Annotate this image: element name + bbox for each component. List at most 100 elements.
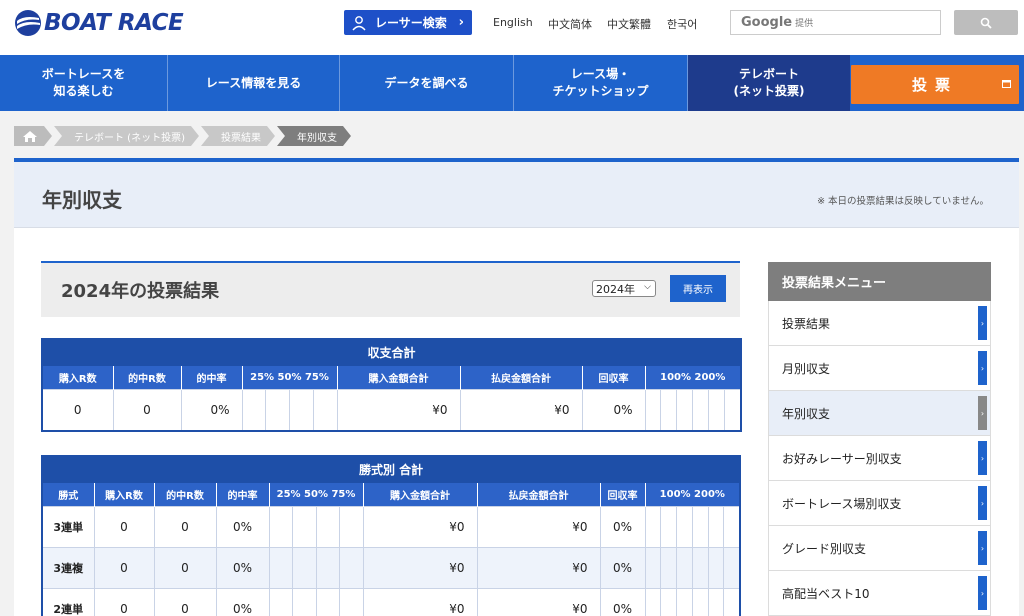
col-hit-rate-scale: 25% 50% 75% (269, 482, 364, 506)
side-menu-item-favorite-racer[interactable]: お好みレーサー別収支 › (768, 436, 991, 481)
chevron-right-icon: › (978, 441, 987, 475)
table-row: 2連単 0 0 0% ¥0 ¥0 0% (41, 587, 741, 616)
cell-hit-count: 0 (112, 388, 182, 431)
external-window-icon (1002, 80, 1011, 88)
vote-label: 投票 (911, 76, 958, 94)
boat-race-logo[interactable]: BOAT RACE (14, 8, 184, 38)
redisplay-button[interactable]: 再表示 (670, 275, 726, 302)
person-icon (352, 15, 366, 30)
racer-search-label: レーサー検索 (375, 16, 447, 30)
col-buy-amount: 購入金額合計 (363, 482, 478, 506)
cell-bet-type: 3連単 (41, 505, 95, 548)
nav-item-data[interactable]: データを調べる (340, 55, 514, 111)
site-search-input[interactable]: Google 提供 (730, 10, 941, 35)
racer-search-button[interactable]: レーサー検索 › (344, 10, 472, 35)
side-menu: 投票結果メニュー 投票結果 › 月別収支 › 年別収支 › お好みレーサー別収支… (768, 262, 991, 616)
top-header: BOAT RACE レーサー検索 › English 中文简体 中文繁體 한국어… (0, 0, 1024, 55)
nav-item-stadium[interactable]: レース場・ チケットショップ (514, 55, 688, 111)
side-menu-item-label: お好みレーサー別収支 (782, 451, 902, 466)
table-row: 0 0 0% ¥0 ¥0 0% (41, 388, 742, 431)
lang-english-link[interactable]: English (493, 16, 533, 29)
cell-recovery-rate: 0% (599, 546, 646, 589)
cell-payout-amount: ¥0 (476, 587, 601, 616)
recovery-rate-bar (644, 546, 741, 589)
logo-text: BOAT RACE (44, 10, 184, 36)
recovery-rate-bar (644, 505, 741, 548)
cell-bet-type: 2連単 (41, 587, 95, 616)
nav-item-learn[interactable]: ボートレースを 知る楽しむ (0, 55, 168, 111)
cell-hit-rate: 0% (215, 546, 270, 589)
breadcrumb-teleboat[interactable]: テレボート (ネット投票) (54, 126, 199, 146)
cell-payout-amount: ¥0 (476, 505, 601, 548)
side-menu-item-label: ボートレース場別収支 (782, 496, 902, 511)
summary-caption: 収支合計 (41, 338, 742, 366)
chevron-right-icon: › (978, 396, 987, 430)
cell-payout-amount: ¥0 (476, 546, 601, 589)
page-title: 年別収支 (42, 188, 122, 212)
cell-hit-count: 0 (153, 505, 217, 548)
col-buy-count: 購入R数 (94, 482, 155, 506)
cell-buy-amount: ¥0 (336, 388, 461, 431)
side-menu-item-label: 月別収支 (782, 361, 831, 376)
cell-buy-amount: ¥0 (362, 587, 478, 616)
breadcrumb-home[interactable] (14, 126, 52, 146)
side-menu-title: 投票結果メニュー (768, 262, 991, 301)
nav-item-teleboat[interactable]: テレボート (ネット投票) (688, 55, 850, 111)
year-select[interactable]: 2024年 ⌵ (592, 280, 656, 297)
cell-buy-amount: ¥0 (362, 546, 478, 589)
year-select-value: 2024年 (596, 282, 635, 296)
search-button[interactable] (954, 10, 1018, 35)
side-menu-item-label: 年別収支 (782, 406, 831, 421)
bettype-table: 勝式別 合計 勝式 購入R数 的中R数 的中率 25% 50% 75% 購入金額… (41, 455, 742, 616)
vote-button[interactable]: 投票 (851, 65, 1019, 104)
col-hit-rate: 的中率 (181, 365, 243, 389)
hit-rate-bar (268, 505, 364, 548)
cell-hit-rate: 0% (215, 505, 270, 548)
google-provided-label: 提供 (795, 19, 814, 29)
breadcrumb-vote-result[interactable]: 投票結果 (201, 126, 275, 146)
result-header: 2024年の投票結果 2024年 ⌵ 再表示 (41, 261, 740, 317)
cell-hit-count: 0 (153, 587, 217, 616)
hit-rate-bar (241, 388, 338, 431)
chevron-right-icon: › (978, 306, 987, 340)
chevron-right-icon: › (978, 576, 987, 610)
side-menu-item-stadium[interactable]: ボートレース場別収支 › (768, 481, 991, 526)
cell-hit-rate: 0% (215, 587, 270, 616)
side-menu-item-label: 高配当ベスト10 (782, 586, 870, 601)
side-menu-item-vote-result[interactable]: 投票結果 › (768, 301, 991, 346)
cell-buy-count: 0 (41, 388, 114, 431)
side-menu-item-best10[interactable]: 高配当ベスト10 › (768, 571, 991, 616)
recovery-rate-bar (644, 388, 742, 431)
lang-zh-hans-link[interactable]: 中文简体 (548, 16, 592, 32)
result-title: 2024年の投票結果 (61, 281, 220, 302)
hit-rate-bar (268, 587, 364, 616)
chevron-right-icon: › (978, 486, 987, 520)
lang-korean-link[interactable]: 한국어 (667, 16, 697, 32)
col-recovery-scale: 100% 200% (645, 482, 741, 506)
lang-zh-hant-link[interactable]: 中文繁體 (607, 16, 651, 32)
chevron-down-icon: ⌵ (644, 282, 651, 292)
col-bet-type: 勝式 (42, 482, 95, 506)
cell-buy-count: 0 (93, 546, 155, 589)
col-hit-count: 的中R数 (154, 482, 217, 506)
cell-recovery-rate: 0% (599, 587, 646, 616)
table-row: 3連単 0 0 0% ¥0 ¥0 0% (41, 505, 741, 548)
nav-item-race-info[interactable]: レース情報を見る (168, 55, 340, 111)
main-panel: 年別収支 ※ 本日の投票結果は反映していません。 2024年の投票結果 2024… (14, 158, 1019, 616)
cell-buy-count: 0 (93, 505, 155, 548)
col-recovery-rate: 回収率 (600, 482, 646, 506)
side-menu-item-grade[interactable]: グレード別収支 › (768, 526, 991, 571)
side-menu-item-label: 投票結果 (782, 316, 831, 331)
breadcrumb-current: 年別収支 (277, 126, 351, 146)
col-recovery-rate: 回収率 (582, 365, 646, 389)
side-menu-item-monthly[interactable]: 月別収支 › (768, 346, 991, 391)
page-header: 年別収支 ※ 本日の投票結果は反映していません。 (14, 162, 1019, 228)
summary-table: 収支合計 購入R数 的中R数 的中率 25% 50% 75% 購入金額合計 払戻… (41, 338, 743, 432)
chevron-right-icon: › (978, 531, 987, 565)
breadcrumb: テレボート (ネット投票) 投票結果 年別収支 (14, 126, 353, 146)
chevron-right-icon: › (458, 15, 464, 30)
recovery-rate-bar (644, 587, 741, 616)
cell-hit-count: 0 (153, 546, 217, 589)
side-menu-item-yearly[interactable]: 年別収支 › (768, 391, 991, 436)
side-menu-item-label: グレード別収支 (782, 541, 867, 556)
